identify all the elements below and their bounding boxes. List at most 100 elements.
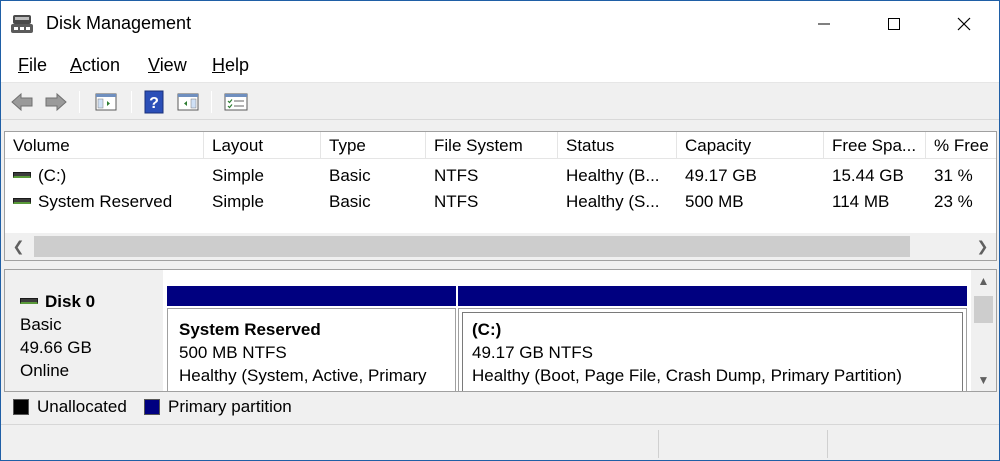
maximize-button[interactable] (861, 1, 927, 47)
table-row[interactable]: (C:) Simple Basic NTFS Healthy (B... 49.… (5, 162, 996, 188)
menu-help-accesskey: H (212, 55, 225, 75)
disk-info[interactable]: Disk 0 Basic 49.66 GB Online (5, 270, 163, 391)
horizontal-scrollbar[interactable]: ❮ ❯ (5, 233, 996, 260)
legend-unallocated-label: Unallocated (37, 397, 127, 416)
volume-cell: (C:) (5, 162, 204, 188)
capacity-cell: 49.17 GB (685, 166, 757, 185)
scroll-down-button[interactable]: ▼ (971, 369, 996, 391)
disk-status: Online (20, 361, 70, 380)
column-header-file-system[interactable]: File System (426, 132, 558, 159)
menu-help[interactable]: Help (212, 55, 249, 76)
volume-list: Volume Layout Type File System Status Ca… (4, 131, 997, 261)
type-cell: Basic (329, 192, 371, 211)
menu-help-label: elp (225, 55, 250, 75)
menu-view-label: iew (159, 55, 187, 75)
free-space-cell: 15.44 GB (832, 166, 904, 185)
drive-icon (13, 172, 31, 179)
menu-action[interactable]: Action (70, 55, 120, 76)
type-cell: Basic (329, 166, 371, 185)
column-header-layout[interactable]: Layout (204, 132, 321, 159)
forward-icon (45, 92, 67, 112)
primary-partition-bar (458, 286, 967, 306)
volume-list-header: Volume Layout Type File System Status Ca… (5, 132, 996, 159)
file-system-cell: NTFS (434, 192, 479, 211)
partition-size: 500 MB NTFS (179, 343, 287, 362)
disk-name-label: Disk 0 (45, 292, 96, 311)
percent-free-cell: 31 % (934, 166, 973, 185)
help-button[interactable]: ? (141, 89, 167, 115)
partition-c-drive[interactable]: (C:) 49.17 GB NTFS Healthy (Boot, Page F… (458, 286, 967, 391)
column-header-capacity[interactable]: Capacity (677, 132, 824, 159)
toolbar-separator (79, 91, 80, 113)
chevron-left-icon: ❮ (12, 238, 25, 254)
properties-button[interactable] (223, 89, 249, 115)
menu-file-label: ile (29, 55, 48, 75)
menu-action-label: ction (82, 55, 121, 75)
primary-partition-bar (167, 286, 456, 306)
toolbar-separator (131, 91, 132, 113)
status-cell: Healthy (B... (566, 166, 660, 185)
column-header-type[interactable]: Type (321, 132, 426, 159)
disk-size: 49.66 GB (20, 338, 92, 357)
back-button[interactable] (9, 89, 35, 115)
volume-cell: System Reserved (5, 188, 204, 214)
partition-status: Healthy (Boot, Page File, Crash Dump, Pr… (472, 366, 902, 385)
free-space-cell: 114 MB (832, 192, 890, 211)
chevron-right-icon: ❯ (976, 238, 989, 254)
title-bar[interactable]: Disk Management (1, 1, 999, 47)
layout-cell: Simple (212, 192, 264, 211)
legend: Unallocated Primary partition (4, 392, 997, 422)
table-row[interactable]: System Reserved Simple Basic NTFS Health… (5, 188, 996, 214)
status-cell: Healthy (S... (566, 192, 660, 211)
close-button[interactable] (931, 1, 997, 47)
partition-size: 49.17 GB NTFS (472, 343, 593, 362)
scroll-right-button[interactable]: ❯ (969, 233, 996, 260)
show-hide-console-tree-button[interactable] (93, 89, 119, 115)
partition-system-reserved[interactable]: System Reserved 500 MB NTFS Healthy (Sys… (167, 286, 456, 391)
close-icon (957, 17, 971, 31)
capacity-cell: 500 MB (685, 192, 744, 211)
forward-button[interactable] (43, 89, 69, 115)
menu-view-accesskey: V (148, 55, 160, 75)
disk-type: Basic (20, 315, 62, 334)
chevron-up-icon: ▲ (977, 274, 990, 288)
menu-view[interactable]: View (148, 55, 187, 76)
file-system-cell: NTFS (434, 166, 479, 185)
legend-primary-label: Primary partition (168, 397, 292, 416)
window-title: Disk Management (46, 13, 192, 33)
disk-management-app-icon (11, 15, 33, 33)
column-header-status[interactable]: Status (558, 132, 677, 159)
minimize-button[interactable] (791, 1, 857, 47)
show-hide-console-tree-icon (95, 93, 117, 111)
status-bar (1, 424, 999, 460)
partition-status: Healthy (System, Active, Primary (179, 366, 427, 385)
partition-details: (C:) 49.17 GB NTFS Healthy (Boot, Page F… (458, 308, 967, 391)
vertical-scrollbar[interactable]: ▲ ▼ (971, 270, 996, 391)
menu-bar: File Action View Help (1, 47, 999, 83)
show-hide-action-pane-button[interactable] (175, 89, 201, 115)
chevron-down-icon: ▼ (977, 373, 990, 387)
pane-splitter[interactable] (1, 263, 999, 268)
drive-icon (13, 198, 31, 205)
toolbar-separator (211, 91, 212, 113)
scroll-left-button[interactable]: ❮ (5, 233, 32, 260)
volume-name: (C:) (38, 166, 67, 185)
legend-unallocated: Unallocated (13, 397, 127, 417)
back-icon (11, 92, 33, 112)
minimize-icon (818, 23, 830, 25)
menu-file-accesskey: F (18, 55, 29, 75)
layout-cell: Simple (212, 166, 264, 185)
scroll-up-button[interactable]: ▲ (971, 270, 996, 292)
help-icon: ? (144, 90, 164, 114)
menu-file[interactable]: File (18, 55, 47, 76)
unallocated-swatch (13, 399, 29, 415)
disk-icon (20, 298, 38, 305)
properties-icon (224, 93, 248, 111)
column-header-volume[interactable]: Volume (5, 132, 204, 159)
horizontal-scroll-thumb[interactable] (34, 236, 910, 257)
vertical-scroll-thumb[interactable] (974, 296, 993, 323)
partition-details: System Reserved 500 MB NTFS Healthy (Sys… (167, 308, 456, 391)
partition-name: (C:) (472, 320, 502, 339)
column-header-free-space[interactable]: Free Spa... (824, 132, 926, 159)
column-header-percent-free[interactable]: % Free (926, 132, 996, 159)
